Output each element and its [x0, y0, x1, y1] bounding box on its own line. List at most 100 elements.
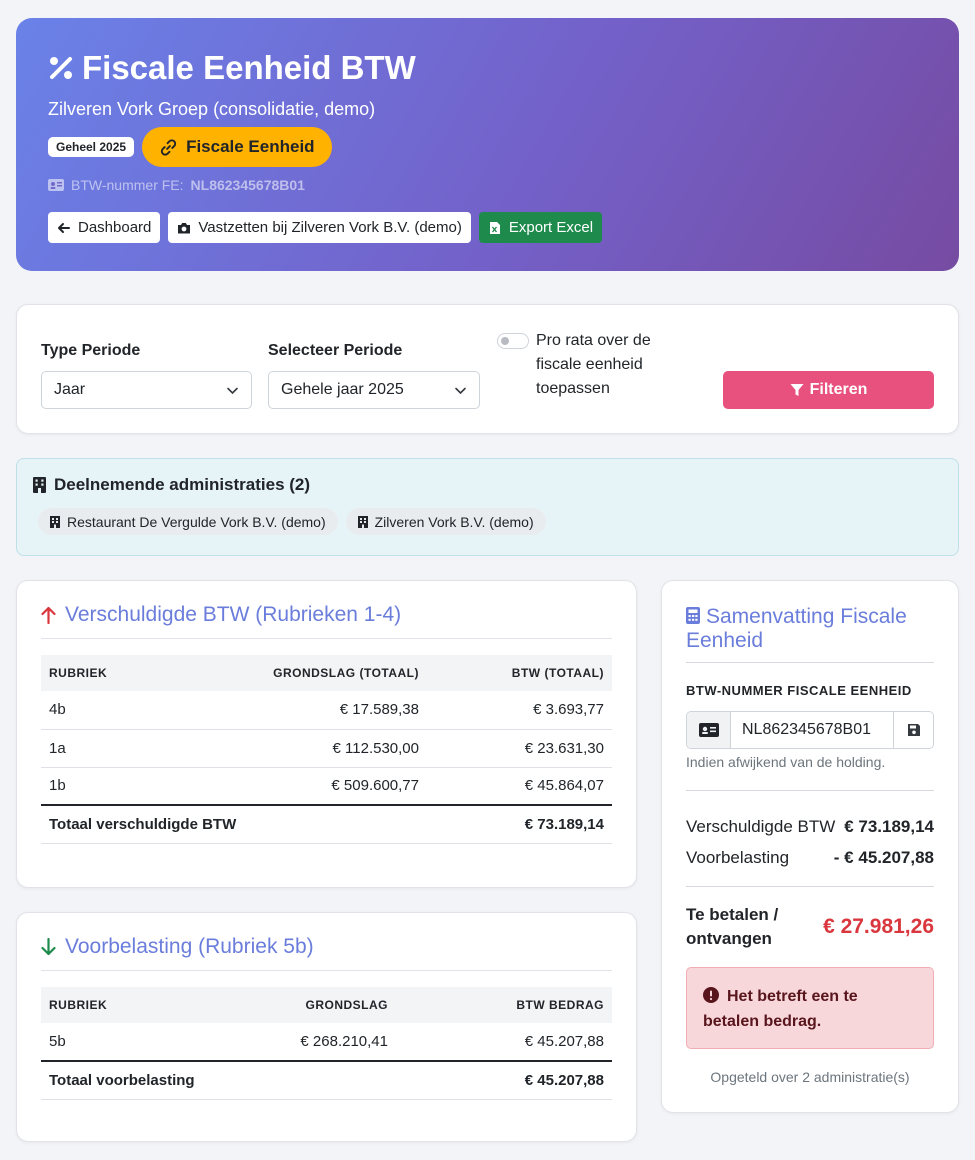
input-tax-title-text: Voorbelasting (Rubriek 5b): [65, 935, 314, 958]
building-icon: [357, 515, 368, 528]
column-header: GRONDSLAG (TOTAAL): [273, 666, 419, 680]
table-cell: € 17.589,38: [207, 691, 427, 730]
participant-chip-label: Restaurant De Vergulde Vork B.V. (demo): [67, 513, 326, 530]
owed-vat-card: Verschuldigde BTW (Rubrieken 1-4) RUBRIE…: [16, 580, 637, 888]
period-label: Selecteer Periode: [268, 342, 403, 359]
table-cell: € 45.864,07: [427, 767, 612, 806]
table-cell: € 45.207,88: [396, 1023, 612, 1062]
table-cell: € 3.693,77: [427, 691, 612, 730]
owed-vat-table: RUBRIEK GRONDSLAG (TOTAAL) BTW (TOTAAL) …: [41, 655, 612, 844]
dashboard-button[interactable]: Dashboard: [48, 212, 161, 243]
summary-input-value: - € 45.207,88: [833, 848, 934, 867]
summary-card: Samenvatting Fiscale Eenheid BTW-NUMMER …: [661, 580, 959, 1113]
header-vat-label: BTW-nummer FE:: [71, 177, 184, 193]
table-cell: 1b: [41, 767, 207, 806]
table-total-row: Totaal verschuldigde BTW € 73.189,14: [41, 804, 612, 844]
summary-pay-value: € 27.981,26: [823, 915, 934, 938]
owed-vat-title: Verschuldigde BTW (Rubrieken 1-4): [41, 603, 401, 627]
summary-title: Samenvatting Fiscale Eenheid: [686, 605, 936, 653]
save-button[interactable]: [893, 712, 933, 748]
page-title-text: Fiscale Eenheid BTW: [82, 49, 416, 86]
lock-button-label: Vastzetten bij Zilveren Vork B.V. (demo): [198, 219, 462, 236]
summary-owed-label: Verschuldigde BTW: [686, 817, 836, 836]
page-subtitle: Zilveren Vork Groep (consolidatie, demo): [48, 99, 376, 119]
prorata-toggle[interactable]: [497, 333, 529, 349]
percent-icon: [50, 57, 72, 79]
period-type-label: Type Periode: [41, 342, 141, 359]
id-card-icon-wrap: [687, 712, 731, 748]
input-tax-title: Voorbelasting (Rubriek 5b): [41, 935, 314, 959]
exclamation-circle-icon: [703, 987, 719, 1003]
column-header: BTW (TOTAAL): [511, 666, 604, 680]
link-icon: [160, 138, 177, 156]
lock-button[interactable]: Vastzetten bij Zilveren Vork B.V. (demo): [168, 212, 471, 243]
table-row: 4b € 17.589,38 € 3.693,77: [41, 691, 612, 730]
table-cell: € 23.631,30: [427, 729, 612, 768]
table-cell: 5b: [41, 1023, 196, 1062]
fe-vat-help-text: Indien afwijkend van de holding.: [686, 754, 886, 770]
period-badge: Geheel 2025: [48, 137, 135, 157]
table-row: 1a € 112.530,00 € 23.631,30: [41, 729, 612, 768]
owed-vat-title-text: Verschuldigde BTW (Rubrieken 1-4): [65, 603, 402, 626]
total-value: € 73.189,14: [427, 804, 612, 844]
summary-owed-value: € 73.189,14: [844, 817, 934, 836]
prorata-toggle-label: Pro rata over de fiscale eenheid toepass…: [536, 332, 651, 397]
table-cell: € 509.600,77: [207, 767, 427, 806]
participants-panel: Deelnemende administraties (2) Restauran…: [16, 458, 959, 556]
total-label: Totaal verschuldigde BTW: [41, 804, 427, 844]
participant-chip-label: Zilveren Vork B.V. (demo): [374, 513, 534, 530]
column-header: BTW BEDRAG: [516, 998, 604, 1012]
input-tax-table: RUBRIEK GRONDSLAG BTW BEDRAG 5b € 268.21…: [41, 987, 612, 1100]
divider: [41, 638, 612, 639]
summary-input-row: Voorbelasting - € 45.207,88: [686, 848, 934, 868]
fiscal-unit-badge-label: Fiscale Eenheid: [186, 137, 315, 156]
calculator-icon: [686, 607, 700, 624]
participant-chip: Zilveren Vork B.V. (demo): [345, 508, 546, 535]
chevron-down-icon: [227, 387, 238, 394]
building-icon: [50, 515, 60, 528]
period-select[interactable]: Gehele jaar 2025: [268, 371, 480, 409]
input-tax-card: Voorbelasting (Rubriek 5b) RUBRIEK GROND…: [16, 912, 637, 1142]
filter-button[interactable]: Filteren: [723, 371, 934, 409]
table-header-row: RUBRIEK GRONDSLAG BTW BEDRAG: [41, 987, 612, 1023]
header-vat-value: NL862345678B01: [190, 177, 305, 193]
table-row: 1b € 509.600,77 € 45.864,07: [41, 767, 612, 806]
export-excel-button[interactable]: Export Excel: [478, 212, 603, 243]
column-header: GRONDSLAG: [305, 998, 388, 1012]
fe-vat-label: BTW-NUMMER FISCALE EENHEID: [686, 683, 912, 698]
arrow-up-icon: [41, 606, 56, 624]
arrow-left-icon: [58, 222, 70, 233]
divider: [686, 790, 934, 791]
camera-icon: [178, 222, 191, 233]
file-excel-icon: [489, 221, 500, 234]
id-card-icon: [48, 179, 64, 191]
column-header: RUBRIEK: [49, 666, 108, 680]
fe-vat-input-group: [686, 711, 934, 749]
table-cell: € 112.530,00: [207, 729, 427, 768]
table-header-row: RUBRIEK GRONDSLAG (TOTAAL) BTW (TOTAAL): [41, 655, 612, 691]
summary-title-text: Samenvatting Fiscale Eenheid: [686, 605, 907, 652]
summary-pay-label: Te betalen / ontvangen: [686, 905, 779, 948]
total-label: Totaal voorbelasting: [41, 1060, 396, 1100]
column-header: RUBRIEK: [49, 998, 108, 1012]
period-type-select[interactable]: Jaar: [41, 371, 252, 409]
filter-icon: [790, 384, 804, 396]
export-excel-button-label: Export Excel: [508, 219, 594, 236]
participants-title: Deelnemende administraties (2): [33, 475, 310, 495]
table-row: 5b € 268.210,41 € 45.207,88: [41, 1023, 612, 1062]
fe-vat-input[interactable]: [731, 712, 893, 748]
dashboard-button-label: Dashboard: [78, 219, 152, 236]
header-vat-number: BTW-nummer FE: NL862345678B01: [48, 175, 927, 195]
participant-chip: Restaurant De Vergulde Vork B.V. (demo): [38, 508, 338, 535]
total-value: € 45.207,88: [396, 1060, 612, 1100]
table-total-row: Totaal voorbelasting € 45.207,88: [41, 1060, 612, 1100]
divider: [686, 886, 934, 887]
page-header: Fiscale Eenheid BTW Zilveren Vork Groep …: [16, 18, 959, 271]
arrow-down-icon: [41, 938, 56, 956]
save-icon: [907, 724, 920, 736]
table-cell: 4b: [41, 691, 207, 730]
participants-title-text: Deelnemende administraties (2): [54, 475, 311, 494]
summary-pay-row: Te betalen / ontvangen € 27.981,26: [686, 903, 934, 951]
table-cell: 1a: [41, 729, 207, 768]
period-value: Gehele jaar 2025: [281, 381, 404, 398]
